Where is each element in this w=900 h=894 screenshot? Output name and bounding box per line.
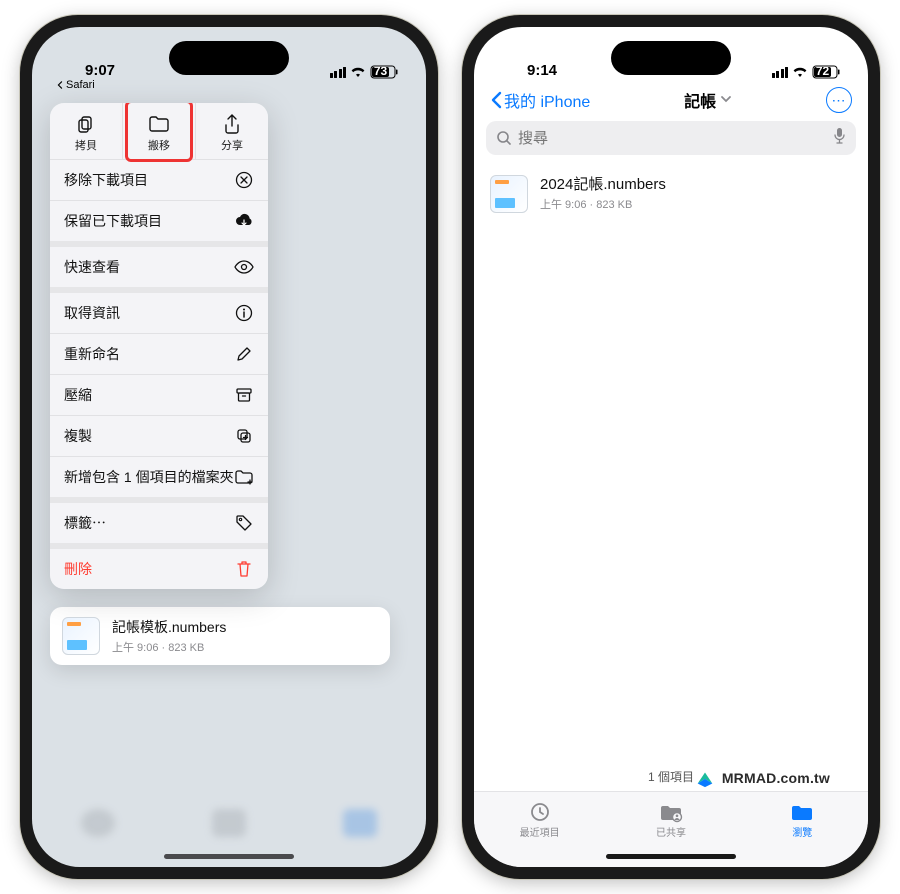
- nav-bar: 我的 iPhone 記帳 ⋯: [474, 81, 868, 117]
- ctx-action-folder[interactable]: 搬移: [122, 103, 195, 159]
- tab-label: 已共享: [605, 824, 736, 839]
- menu-item-dup[interactable]: 複製: [50, 415, 268, 456]
- tab-label: 瀏覽: [737, 824, 868, 839]
- menu-item-label: 新增包含 1 個項目的檔案夾: [64, 467, 234, 487]
- menu-item-label: 保留已下載項目: [64, 211, 162, 231]
- folder-plus-icon: [234, 468, 254, 486]
- share-icon: [196, 113, 268, 135]
- copy-icon: [50, 113, 122, 135]
- status-time: 9:07: [60, 62, 140, 79]
- mic-icon[interactable]: [833, 127, 846, 150]
- battery-icon: 73: [370, 65, 398, 79]
- ctx-action-label: 分享: [196, 137, 268, 153]
- menu-item-label: 壓縮: [64, 385, 92, 405]
- menu-item-cloud-down[interactable]: 保留已下載項目: [50, 200, 268, 241]
- wifi-icon: [792, 66, 808, 78]
- page-title[interactable]: 記帳: [684, 88, 732, 112]
- search-field[interactable]: [486, 121, 856, 155]
- search-icon: [496, 130, 512, 146]
- menu-item-label: 標籤⋯: [64, 513, 106, 533]
- ctx-action-label: 拷貝: [50, 137, 122, 153]
- menu-item-label: 重新命名: [64, 344, 120, 364]
- tab-icon: [474, 800, 605, 824]
- watermark-logo-icon: [694, 767, 716, 789]
- more-button[interactable]: ⋯: [826, 87, 852, 113]
- back-button[interactable]: 我的 iPhone: [490, 88, 590, 112]
- menu-item-eye[interactable]: 快速查看: [50, 241, 268, 287]
- ctx-action-label: 搬移: [123, 137, 195, 153]
- battery-icon: 72: [812, 65, 840, 79]
- status-indicators: 72: [772, 65, 841, 79]
- search-input[interactable]: [518, 130, 827, 147]
- chevron-down-icon: [720, 91, 732, 109]
- svg-text:73: 73: [374, 65, 388, 78]
- menu-item-folder-plus[interactable]: 新增包含 1 個項目的檔案夾: [50, 456, 268, 497]
- tab-browse[interactable]: 瀏覽: [737, 792, 868, 867]
- menu-item-label: 刪除: [64, 559, 92, 579]
- dup-icon: [234, 427, 254, 445]
- menu-item-tag[interactable]: 標籤⋯: [50, 497, 268, 543]
- tab-icon: [605, 800, 736, 824]
- menu-item-x-circle[interactable]: 移除下載項目: [50, 160, 268, 200]
- trash-icon: [234, 560, 254, 578]
- menu-item-label: 快速查看: [64, 257, 120, 277]
- menu-item-label: 取得資訊: [64, 303, 120, 323]
- home-indicator[interactable]: [164, 854, 294, 859]
- wifi-icon: [350, 66, 366, 78]
- cloud-down-icon: [234, 213, 254, 229]
- watermark: MRMAD.com.tw: [694, 767, 830, 789]
- file-preview-card[interactable]: 記帳模板.numbers 上午 9:06 · 823 KB: [50, 607, 390, 665]
- ctx-action-copy[interactable]: 拷貝: [50, 103, 122, 159]
- menu-item-info[interactable]: 取得資訊: [50, 287, 268, 333]
- file-meta: 上午 9:06 · 823 KB: [540, 196, 666, 212]
- eye-icon: [234, 260, 254, 274]
- status-indicators: 73: [330, 65, 399, 79]
- file-thumb-icon: [62, 617, 100, 655]
- menu-item-trash[interactable]: 刪除: [50, 543, 268, 589]
- ctx-action-share[interactable]: 分享: [195, 103, 268, 159]
- menu-item-label: 複製: [64, 426, 92, 446]
- tab-icon: [737, 800, 868, 824]
- info-icon: [234, 304, 254, 322]
- status-time: 9:14: [502, 62, 582, 79]
- tag-icon: [234, 514, 254, 532]
- archive-icon: [234, 386, 254, 404]
- cellular-icon: [330, 67, 347, 78]
- cellular-icon: [772, 67, 789, 78]
- folder-icon: [123, 113, 195, 135]
- file-row[interactable]: 2024記帳.numbers 上午 9:06 · 823 KB: [474, 163, 868, 223]
- svg-text:72: 72: [816, 65, 830, 78]
- menu-item-pencil[interactable]: 重新命名: [50, 333, 268, 374]
- context-menu: 拷貝搬移分享 移除下載項目保留已下載項目快速查看取得資訊重新命名壓縮複製新增包含…: [50, 103, 268, 589]
- tab-recent[interactable]: 最近項目: [474, 792, 605, 867]
- blurred-tabbar: [32, 737, 426, 867]
- menu-item-archive[interactable]: 壓縮: [50, 374, 268, 415]
- menu-item-label: 移除下載項目: [64, 170, 148, 190]
- file-name: 記帳模板.numbers: [112, 617, 226, 637]
- x-circle-icon: [234, 171, 254, 189]
- tab-label: 最近項目: [474, 824, 605, 839]
- file-meta: 上午 9:06 · 823 KB: [112, 639, 226, 655]
- file-name: 2024記帳.numbers: [540, 173, 666, 194]
- pencil-icon: [234, 345, 254, 363]
- home-indicator[interactable]: [606, 854, 736, 859]
- file-thumb-icon: [490, 175, 528, 213]
